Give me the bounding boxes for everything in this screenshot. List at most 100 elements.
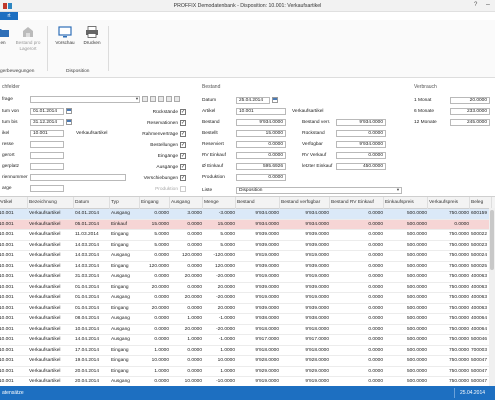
abfrage-settings-icon[interactable] <box>174 96 180 102</box>
liste-dropdown-icon[interactable]: ▼ <box>395 187 401 193</box>
table-row[interactable]: 10.001 Verkaufsartikel 14.03.2014 Eingang 12… <box>0 262 495 272</box>
scrollbar-thumb[interactable] <box>490 210 494 270</box>
table-row[interactable]: 10.001 Verkaufsartikel 01.04.2014 Eingang 20… <box>0 304 495 314</box>
table-row[interactable]: 10.001 Verkaufsartikel 05.01.2014 Einkauf 15… <box>0 219 495 230</box>
datum-von-input[interactable]: 01.01.2014 <box>30 108 64 115</box>
table-cell: 20.0000 <box>217 284 235 290</box>
table-cell: 10.001 <box>0 242 14 248</box>
column-header[interactable]: Artikel <box>0 197 28 209</box>
open-button[interactable]: en <box>0 26 10 46</box>
table-cell: 0.0000 <box>368 274 383 279</box>
seriennummer-label: riennummer <box>2 175 28 180</box>
check-reservationen[interactable]: ✓ <box>180 120 186 126</box>
check-verschiebungen[interactable]: ✓ <box>180 175 186 181</box>
grid-vertical-scrollbar[interactable] <box>489 208 495 386</box>
printer-icon <box>86 26 98 38</box>
table-row[interactable]: 10.001 Verkaufsartikel 20.04.2014 Eingang 1.… <box>0 367 495 377</box>
abfrage-delete-icon[interactable] <box>166 96 172 102</box>
status-bar: atensätze 25.04.2014 <box>0 386 495 400</box>
table-cell: 14.03.2014 <box>75 253 100 258</box>
liste-select[interactable]: Disposition <box>236 187 402 194</box>
check-produktion[interactable] <box>180 186 186 192</box>
column-header[interactable]: Bezeichnung <box>28 197 74 209</box>
charge-input[interactable] <box>30 185 64 192</box>
artikel-input[interactable]: 10.001 <box>30 130 64 137</box>
abfrage-save-icon[interactable] <box>150 96 156 102</box>
table-cell: Eingang <box>111 358 129 363</box>
datum-bis-calendar-icon[interactable] <box>66 119 72 125</box>
adresse-input[interactable] <box>30 141 64 148</box>
table-cell: 0.0000 <box>454 221 469 227</box>
table-row[interactable]: 10.001 Verkaufsartikel 10.04.2014 Ausgang 0.… <box>0 325 495 335</box>
table-row[interactable]: 10.001 Verkaufsartikel 04.01.2014 Ausgang 0.… <box>0 209 495 220</box>
lagerplatz-input[interactable] <box>30 163 64 170</box>
table-cell: 9'939.0000 <box>305 284 329 290</box>
table-cell: 500.0000 <box>406 368 427 374</box>
check-eingaenge[interactable]: ✓ <box>180 153 186 159</box>
table-row[interactable]: 10.001 Verkaufsartikel 14.03.2014 Eingang 5.… <box>0 241 495 251</box>
lagerort-input[interactable] <box>30 152 64 159</box>
vorschau-button[interactable]: Vorschau <box>52 26 78 46</box>
table-cell: 0.0000 <box>187 284 202 290</box>
column-header[interactable]: Bestand <box>236 197 280 209</box>
table-cell: 750.0000 <box>448 253 469 258</box>
table-cell: 0.0000 <box>187 263 202 269</box>
table-row[interactable]: 10.001 Verkaufsartikel 01.04.2014 Ausgang 0.… <box>0 293 495 304</box>
column-header[interactable]: Verkaufspreis <box>428 197 470 209</box>
drucken-button[interactable]: Drucken <box>79 26 105 46</box>
table-row[interactable]: 10.001 Verkaufsartikel 11.03.2014 Eingang 5.… <box>0 230 495 241</box>
table-cell: 10.001 <box>0 295 14 300</box>
column-header[interactable]: Einkaufspreis <box>384 197 428 209</box>
abfrage-select[interactable] <box>30 96 140 103</box>
bestand-pro-lagerort-button[interactable]: Bestand pro Lagerort <box>12 26 44 51</box>
abfrage-edit-icon[interactable] <box>158 96 164 102</box>
column-header[interactable]: Typ <box>110 197 140 209</box>
seriennummer-input[interactable] <box>30 174 126 181</box>
table-cell: 01.04.2014 <box>75 295 100 300</box>
table-row[interactable]: 10.001 Verkaufsartikel 20.04.2014 Ausgang 0.… <box>0 377 495 386</box>
table-row[interactable]: 10.001 Verkaufsartikel 14.04.2014 Ausgang 0.… <box>0 335 495 346</box>
check-rueckstaende[interactable]: ✓ <box>180 109 186 115</box>
reserviert-label: Reserviert <box>202 142 224 147</box>
table-row[interactable]: 10.001 Verkaufsartikel 19.04.2014 Eingang 10… <box>0 356 495 367</box>
disposition-grid[interactable]: Artikel Bezeichnung Datum Typ Eingang Ausgang… <box>0 196 495 386</box>
table-cell: Verkaufsartikel <box>29 326 61 332</box>
bestand-datum-calendar-icon[interactable] <box>272 97 278 103</box>
table-cell: Verkaufsartikel <box>29 316 61 321</box>
datum-bis-input[interactable]: 31.12.2014 <box>30 119 64 126</box>
minimize-button[interactable]: – <box>486 1 490 8</box>
table-cell: 500.0000 <box>406 358 427 363</box>
letzter-einkauf-value: 450.0000 <box>336 163 386 170</box>
column-header[interactable]: Bestand verfügbar <box>280 197 330 209</box>
check-ausgaenge[interactable]: ✓ <box>180 164 186 170</box>
table-row[interactable]: 10.001 Verkaufsartikel 17.04.2014 Eingang 1.… <box>0 346 495 356</box>
bestand-datum-input[interactable]: 25.04.2014 <box>236 97 270 104</box>
datum-von-calendar-icon[interactable] <box>66 108 72 114</box>
table-cell: 9'919.0000 <box>305 295 329 300</box>
table-row[interactable]: 10.001 Verkaufsartikel 14.03.2014 Ausgang 0.… <box>0 251 495 262</box>
column-header[interactable]: Menge <box>203 197 236 209</box>
table-cell: 0.0000 <box>368 284 383 290</box>
table-cell: Einkauf <box>111 221 127 227</box>
column-header[interactable]: Datum <box>74 197 110 209</box>
bestand-artikel-input[interactable]: 10.001 <box>236 108 286 115</box>
column-header[interactable]: Eingang <box>140 197 170 209</box>
table-cell: 750.0000 <box>448 379 469 384</box>
table-row[interactable]: 10.001 Verkaufsartikel 01.04.2014 Eingang 20… <box>0 283 495 293</box>
table-row[interactable]: 10.001 Verkaufsartikel 31.03.2014 Ausgang 0.… <box>0 272 495 283</box>
table-cell: 9'929.0000 <box>305 368 329 374</box>
table-cell: Ausgang <box>111 211 130 216</box>
help-icon[interactable]: ? <box>474 2 477 8</box>
column-header[interactable]: Ausgang <box>170 197 203 209</box>
abfrage-dropdown-icon[interactable]: ▼ <box>134 96 140 102</box>
table-cell: Ausgang <box>111 274 130 279</box>
table-row[interactable]: 10.001 Verkaufsartikel 08.04.2014 Ausgang 0.… <box>0 314 495 325</box>
column-header[interactable]: Bestand RV Einkauf <box>330 197 384 209</box>
check-rahmenvertraege[interactable]: ✓ <box>180 131 186 137</box>
table-cell: Eingang <box>111 305 129 311</box>
check-bestellungen[interactable]: ✓ <box>180 142 186 148</box>
abfrage-new-icon[interactable] <box>142 96 148 102</box>
ribbon-tab-start[interactable]: rt <box>0 12 18 20</box>
table-cell: 9'939.0000 <box>255 263 279 269</box>
table-cell: 0.0000 <box>368 326 383 332</box>
